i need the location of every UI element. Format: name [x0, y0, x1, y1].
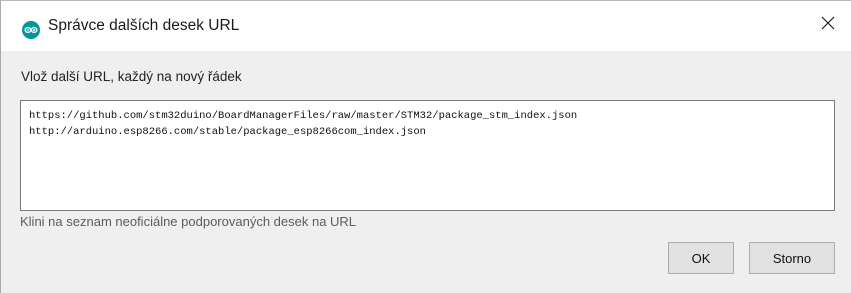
arduino-icon — [22, 21, 40, 39]
urls-prompt-label: Vlož další URL, každý na nový řádek — [21, 69, 242, 84]
board-urls-dialog: Správce dalších desek URL Vlož další URL… — [0, 0, 851, 293]
ok-button[interactable]: OK — [668, 242, 734, 274]
url-line: https://github.com/stm32duino/BoardManag… — [29, 110, 578, 122]
title-bar[interactable]: Správce dalších desek URL — [1, 1, 851, 51]
window-title: Správce dalších desek URL — [48, 17, 240, 34]
close-icon — [821, 16, 835, 35]
url-line: http://arduino.esp8266.com/stable/packag… — [29, 126, 426, 138]
dialog-body: Vlož další URL, každý na nový řádek http… — [1, 51, 851, 293]
close-button[interactable] — [805, 1, 851, 49]
board-urls-textarea[interactable]: https://github.com/stm32duino/BoardManag… — [20, 100, 835, 211]
cancel-button[interactable]: Storno — [749, 242, 835, 274]
unofficial-boards-link[interactable]: Klini na seznam neoficiálne podporovanýc… — [20, 214, 356, 229]
